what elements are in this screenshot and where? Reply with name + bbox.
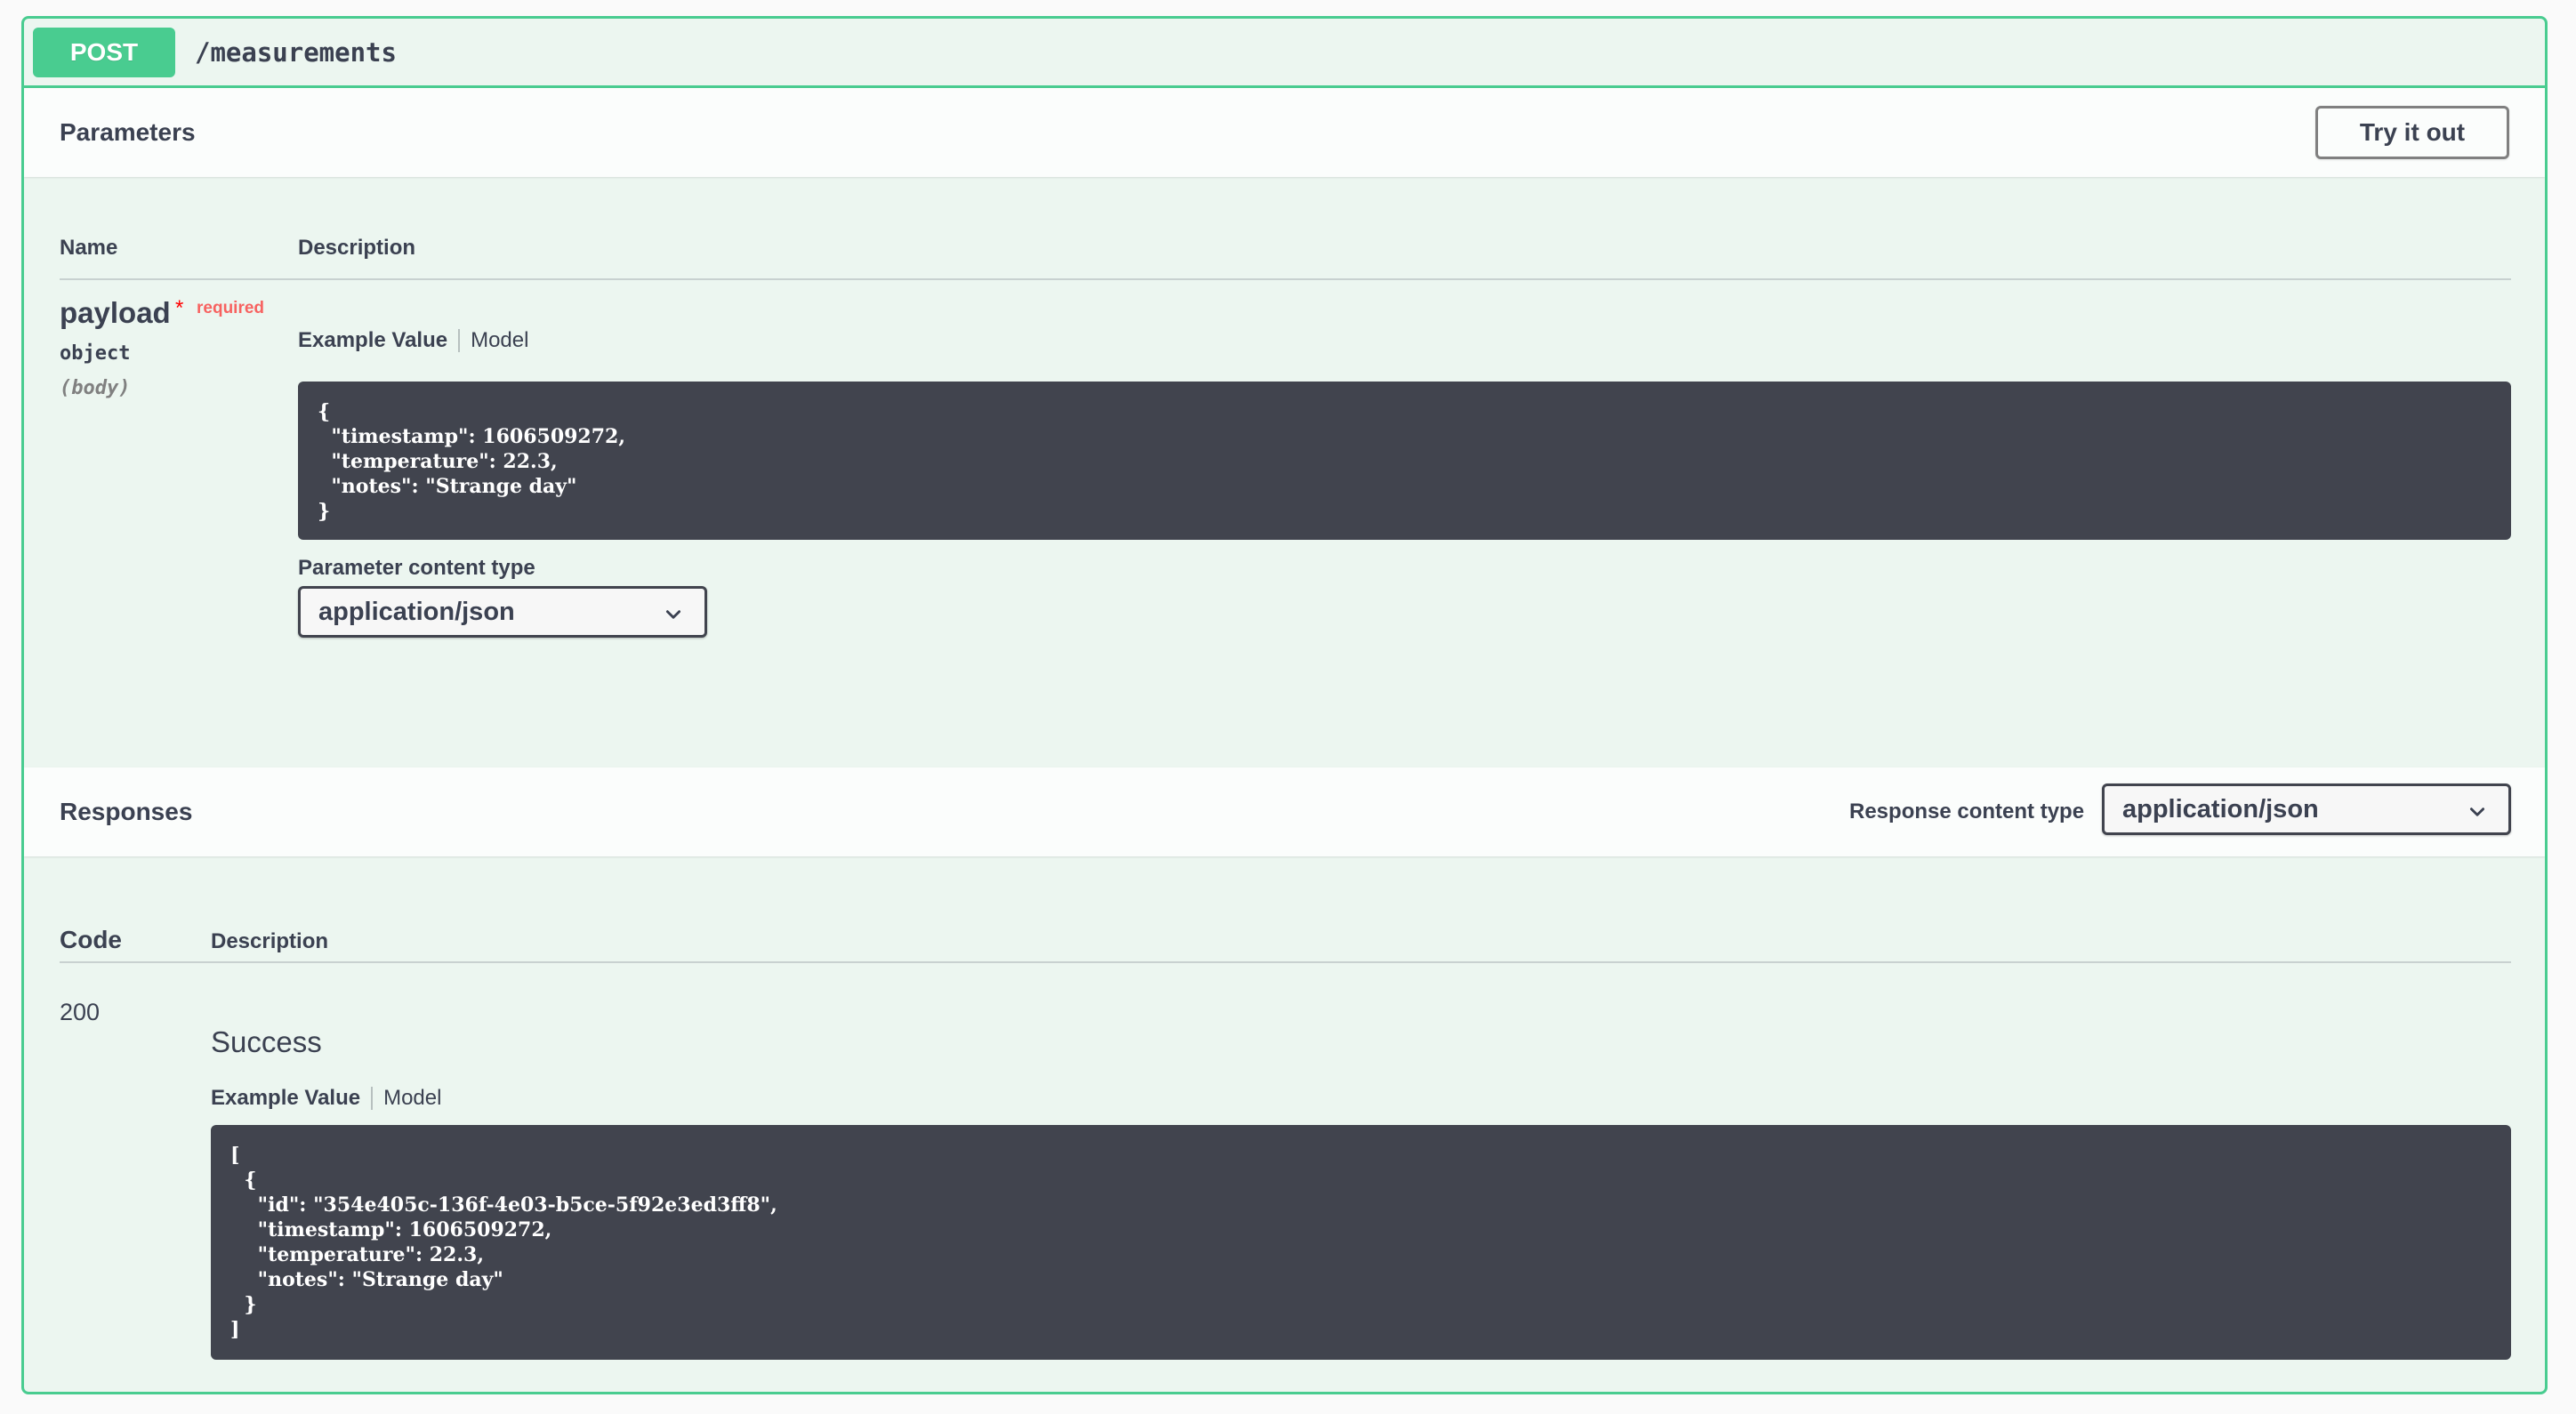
response-code: 200: [60, 999, 101, 1025]
column-header-name: Name: [60, 236, 118, 260]
parameters-header: Parameters Try it out: [24, 88, 2545, 177]
chevron-down-icon: [665, 610, 681, 619]
param-example-code: { "timestamp": 1606509272, "temperature"…: [298, 382, 2511, 540]
operation-block-post-measurements: POST /measurements Parameters Try it out…: [21, 16, 2548, 1394]
required-label: required: [197, 299, 265, 317]
column-header-description: Description: [298, 236, 416, 260]
response-example-tabs: Example Value Model: [211, 1086, 441, 1111]
response-description: Success: [211, 1025, 322, 1058]
column-header-response-description: Description: [211, 929, 329, 953]
tab-divider: [458, 329, 461, 352]
response-content-type-value: application/json: [2122, 794, 2319, 823]
parameter-content-type-select[interactable]: application/json: [298, 586, 707, 638]
response-content-type-select[interactable]: application/json: [2102, 783, 2511, 835]
tab-model[interactable]: Model: [383, 1086, 441, 1111]
parameter-content-type-value: application/json: [318, 597, 515, 626]
tab-example-value[interactable]: Example Value: [211, 1086, 360, 1111]
column-header-code: Code: [60, 926, 122, 953]
response-example-code: [ { "id": "354e405c-136f-4e03-b5ce-5f92e…: [211, 1125, 2511, 1360]
required-star: *: [175, 296, 184, 320]
parameters-header-divider: [60, 278, 2511, 280]
param-type: object: [60, 342, 131, 365]
response-content-type-label: Response content type: [1849, 799, 2085, 823]
param-location: (body): [60, 377, 131, 399]
operation-summary[interactable]: POST /measurements: [24, 19, 2545, 88]
param-name: payload: [60, 296, 171, 329]
param-example-tabs: Example Value Model: [298, 328, 528, 353]
responses-header-divider: [60, 961, 2511, 963]
operation-path: /measurements: [195, 36, 397, 68]
tab-example-value[interactable]: Example Value: [298, 328, 447, 353]
tab-model[interactable]: Model: [471, 328, 528, 353]
responses-title: Responses: [60, 798, 193, 825]
chevron-down-icon: [2469, 807, 2485, 816]
method-badge: POST: [33, 27, 175, 77]
tab-divider: [371, 1087, 374, 1110]
parameter-content-type-label: Parameter content type: [298, 556, 535, 580]
try-it-out-button[interactable]: Try it out: [2315, 106, 2509, 159]
parameters-title: Parameters: [60, 118, 196, 146]
